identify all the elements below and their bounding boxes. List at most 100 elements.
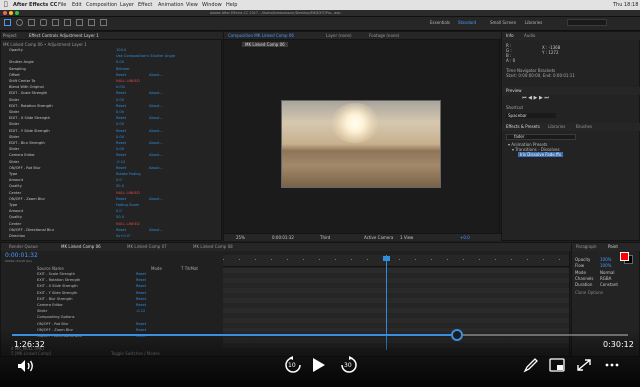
timeline-layer-row[interactable]: EXIT - Rotation Strength Reset bbox=[1, 278, 223, 283]
menu-file[interactable]: File bbox=[58, 0, 66, 10]
effect-control-row[interactable]: Slider 0.00 bbox=[1, 122, 223, 127]
effect-control-value[interactable]: 0.00 bbox=[116, 110, 124, 115]
workspace-standard[interactable]: Standard bbox=[458, 20, 476, 25]
shortcut-dropdown[interactable]: Spacebar bbox=[506, 113, 556, 118]
camera-tool-icon[interactable] bbox=[52, 19, 59, 26]
col-source-name[interactable]: Source Name bbox=[37, 266, 64, 271]
effect-control-value[interactable]: Reset bbox=[116, 91, 126, 96]
composition-tab[interactable]: Composition MK Linked Comp 06 bbox=[228, 33, 294, 38]
timeline-layer-value[interactable]: Reset bbox=[136, 291, 146, 296]
effect-control-value[interactable]: Reset bbox=[116, 166, 126, 171]
effect-control-value[interactable]: 0.00 bbox=[116, 135, 124, 140]
effect-control-value[interactable]: 0.00 bbox=[116, 122, 124, 127]
libraries-tab[interactable]: Libraries bbox=[548, 124, 565, 129]
timeline-layer-value[interactable]: Reset bbox=[136, 284, 146, 289]
effect-control-row[interactable]: Direction 0x+0.0° bbox=[1, 234, 223, 239]
effect-control-value[interactable]: NULL LINKED bbox=[116, 79, 140, 84]
effect-control-row[interactable]: Use Composition's Shutter Angle bbox=[1, 54, 223, 59]
effect-control-value[interactable]: 0.0% bbox=[116, 85, 125, 90]
effect-control-row[interactable]: ON/OFF - Zoom Blur Reset About... bbox=[1, 197, 223, 202]
effect-control-value[interactable]: 0.00 bbox=[116, 147, 124, 152]
hand-tool-icon[interactable] bbox=[16, 19, 23, 26]
timeline-tab-08[interactable]: MK Linked Comp 08 bbox=[193, 244, 233, 249]
effect-control-value[interactable]: 50.0 bbox=[116, 215, 124, 220]
timeline-layer-value[interactable]: Reset bbox=[136, 272, 146, 277]
progress-track[interactable] bbox=[12, 329, 628, 341]
effect-control-row[interactable]: Offset Reset About... bbox=[1, 73, 223, 78]
paint-flow-value[interactable]: 100% bbox=[600, 263, 611, 268]
effect-control-row[interactable]: EDIT - X Slide Strength Reset About... bbox=[1, 116, 223, 121]
effect-control-row[interactable]: Quality 50.0 bbox=[1, 215, 223, 220]
play-icon[interactable] bbox=[312, 357, 326, 373]
effect-control-row[interactable]: Slider 0.00 bbox=[1, 147, 223, 152]
timeline-layer-row[interactable]: Compositing Options bbox=[1, 315, 223, 320]
tree-preset-item[interactable]: Iris Dissolve Fade.ffx bbox=[518, 152, 564, 157]
viewer-timecode[interactable]: 0:00:01:32 bbox=[272, 235, 294, 240]
effect-control-value[interactable]: 0.00 bbox=[116, 98, 124, 103]
effect-control-value[interactable]: 100.0 bbox=[116, 48, 126, 53]
effect-control-row[interactable]: Shift Center To NULL LINKED bbox=[1, 79, 223, 84]
time-ruler[interactable] bbox=[223, 255, 569, 267]
col-trkmat[interactable]: T TrkMat bbox=[181, 266, 198, 271]
effect-control-value[interactable]: Fading Zoom bbox=[116, 203, 139, 208]
zoom-window-icon[interactable] bbox=[15, 11, 19, 15]
zoom-dropdown[interactable]: 25% bbox=[236, 235, 245, 240]
menu-edit[interactable]: Edit bbox=[72, 0, 82, 10]
paragraph-tab[interactable]: Paragraph bbox=[576, 244, 597, 249]
effect-control-row[interactable]: EDIT - Y Slide Strength Reset About... bbox=[1, 129, 223, 134]
effect-control-row[interactable]: Center NULL LINKED bbox=[1, 222, 223, 227]
menu-animation[interactable]: Animation bbox=[158, 0, 184, 10]
render-queue-tab[interactable]: Render Queue bbox=[9, 244, 38, 249]
effect-control-value[interactable]: Reset bbox=[116, 116, 126, 121]
fullscreen-icon[interactable] bbox=[576, 358, 592, 372]
effect-control-value[interactable]: NULL LINKED bbox=[116, 222, 140, 227]
effect-about-link[interactable]: About... bbox=[149, 166, 163, 171]
paint-duration-dropdown[interactable]: Constant bbox=[600, 282, 618, 287]
preview-controls[interactable]: ⏮ ◀ ▶ ▶ ⏭ bbox=[522, 96, 549, 101]
effect-control-value[interactable]: Use Composition's Shutter Angle bbox=[116, 54, 175, 59]
timeline-layer-row[interactable]: EXIT - Y Slide Strength Reset bbox=[1, 291, 223, 296]
apple-logo-icon[interactable]:  bbox=[4, 0, 8, 10]
picture-in-picture-icon[interactable] bbox=[549, 358, 565, 372]
timeline-layer-row[interactable]: ON/OFF - Rot Blur Reset bbox=[1, 322, 223, 327]
menu-effect[interactable]: Effect bbox=[138, 0, 152, 10]
more-options-icon[interactable] bbox=[604, 362, 620, 368]
effect-about-link[interactable]: About... bbox=[149, 129, 163, 134]
effect-control-value[interactable]: Reset bbox=[116, 153, 126, 158]
brush-tool-icon[interactable] bbox=[88, 19, 95, 26]
effect-control-value[interactable]: 0.0 bbox=[116, 178, 122, 183]
audio-tab[interactable]: Audio bbox=[524, 33, 535, 38]
effect-control-row[interactable]: Shutter Angle 0.00 bbox=[1, 60, 223, 65]
search-help-field[interactable] bbox=[567, 19, 607, 26]
timeline-layer-row[interactable]: Camera Editor Reset bbox=[1, 303, 223, 308]
effect-control-row[interactable]: Center NULL LINKED bbox=[1, 191, 223, 196]
effect-controls-tab[interactable]: Effect Controls Adjustment Layer 1 bbox=[29, 33, 99, 38]
effect-control-row[interactable]: ON/OFF - Rot Blur Reset About... bbox=[1, 166, 223, 171]
workspace-small-screen[interactable]: Small Screen bbox=[490, 20, 516, 25]
comp-breadcrumb[interactable]: MK Linked Comp 06 bbox=[242, 42, 288, 47]
effect-control-row[interactable]: Amount 0.0 bbox=[1, 178, 223, 183]
zoom-tool-icon[interactable] bbox=[28, 19, 35, 26]
effect-control-value[interactable]: Rotate Fading bbox=[116, 172, 141, 177]
effect-control-value[interactable]: 50.0 bbox=[116, 184, 124, 189]
timeline-layer-value[interactable]: Reset bbox=[136, 278, 146, 283]
effect-control-value[interactable]: 0x+0.0° bbox=[116, 234, 131, 239]
effect-control-row[interactable]: Slider 0.00 bbox=[1, 98, 223, 103]
effect-about-link[interactable]: About... bbox=[149, 73, 163, 78]
pen-tool-icon[interactable] bbox=[64, 19, 71, 26]
brushes-tab[interactable]: Brushes bbox=[576, 124, 592, 129]
comp-preview-image[interactable] bbox=[281, 100, 441, 188]
paint-mode-dropdown[interactable]: Normal bbox=[600, 270, 614, 275]
menu-view[interactable]: View bbox=[186, 0, 198, 10]
project-tab[interactable]: Project bbox=[3, 33, 17, 38]
effect-control-row[interactable]: ON/OFF - Directional Blur Reset About... bbox=[1, 228, 223, 233]
effect-control-value[interactable]: Reset bbox=[116, 129, 126, 134]
puppet-tool-icon[interactable] bbox=[100, 19, 107, 26]
timeline-layer-value[interactable]: Reset bbox=[136, 303, 146, 308]
layer-tab[interactable]: Layer (none) bbox=[326, 33, 352, 38]
effect-control-row[interactable]: EDIT - Scale Strength Reset About... bbox=[1, 91, 223, 96]
preview-tab[interactable]: Preview bbox=[506, 88, 522, 93]
effect-control-value[interactable]: 0.0 bbox=[116, 209, 122, 214]
selection-tool-icon[interactable] bbox=[4, 19, 11, 26]
foreground-color-swatch[interactable] bbox=[620, 252, 629, 261]
